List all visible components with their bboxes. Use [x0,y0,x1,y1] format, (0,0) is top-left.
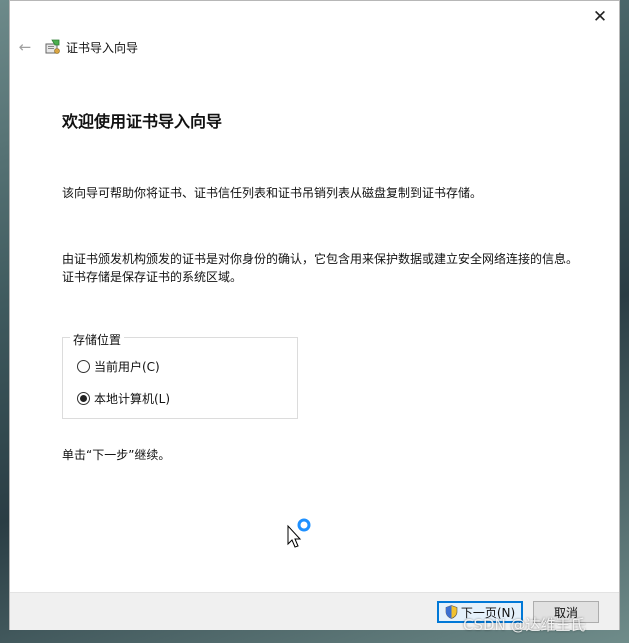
back-arrow-icon: ← [18,38,32,56]
busy-cursor-icon [287,518,311,548]
close-icon: ✕ [592,7,608,27]
uac-shield-icon [445,605,458,619]
continue-instruction: 单击“下一步”继续。 [62,448,171,462]
page-heading: 欢迎使用证书导入向导 [62,112,223,131]
radio-local-machine-label: 本地计算机(L) [94,392,171,406]
radio-current-user[interactable]: 当前用户(C) [77,358,160,375]
radio-checked-icon[interactable] [77,392,90,405]
radio-unchecked-icon[interactable] [77,360,90,373]
close-button[interactable]: ✕ [587,5,613,29]
watermark: CSDN @达维王氏 [463,616,586,634]
certificate-import-wizard-dialog: ✕ ← 证书导入向导 [9,0,620,630]
description-paragraph: 由证书颁发机构颁发的证书是对你身份的确认，它包含用来保护数据或建立安全网络连接的… [62,252,579,284]
back-button[interactable]: ← [15,37,35,57]
wizard-title: 证书导入向导 [66,41,139,55]
radio-current-user-label: 当前用户(C) [94,360,160,374]
radio-local-machine[interactable]: 本地计算机(L) [77,390,170,407]
intro-paragraph: 该向导可帮助你将证书、证书信任列表和证书吊销列表从磁盘复制到证书存储。 [62,186,483,200]
certificate-wizard-icon [45,39,60,54]
storage-location-legend: 存储位置 [70,331,125,348]
